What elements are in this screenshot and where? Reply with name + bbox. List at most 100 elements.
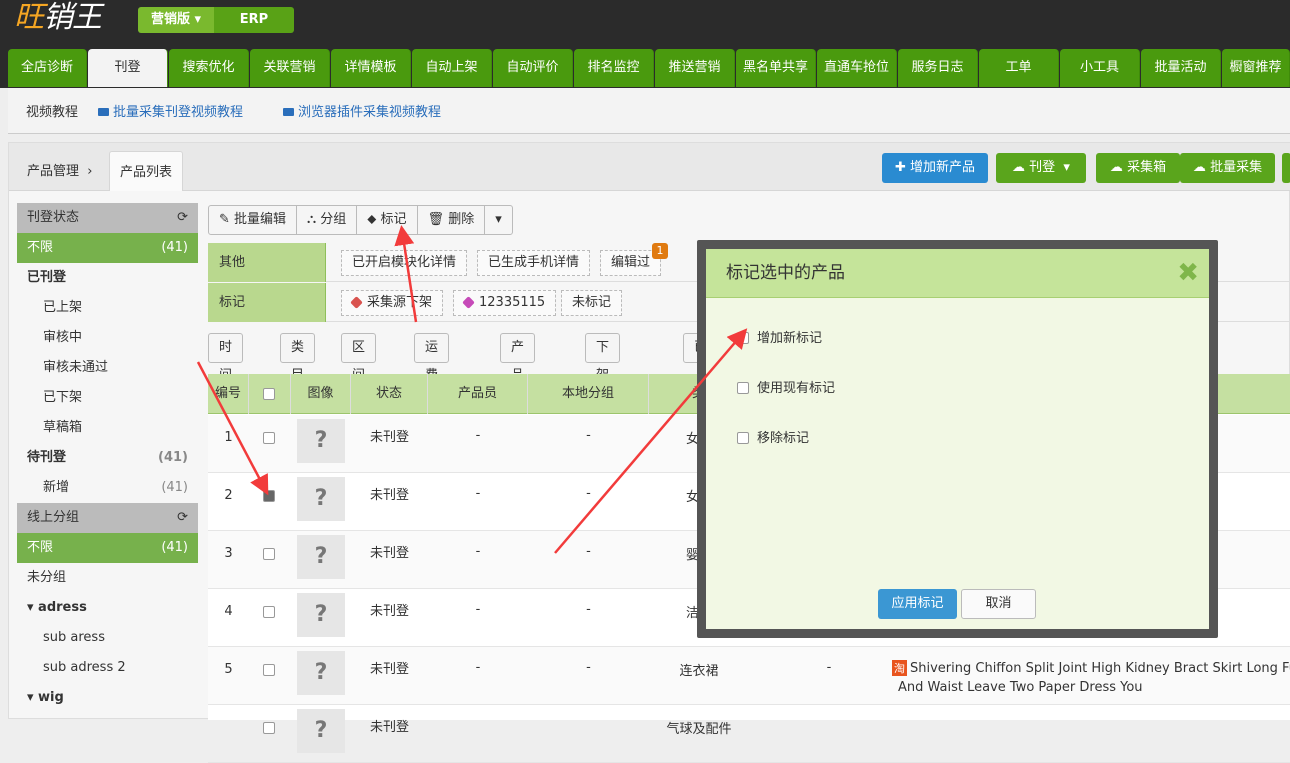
sidebar-item[interactable]: 待刊登 (41) — [17, 443, 198, 473]
nav-tab[interactable]: 批量活动 — [1141, 49, 1221, 87]
nav-tab[interactable]: 刊登 — [88, 49, 168, 87]
nav-tab[interactable]: 服务日志 — [898, 49, 978, 87]
filter-button[interactable]: 区间 ▾ — [341, 333, 377, 411]
count: (41) — [161, 480, 188, 495]
checkbox[interactable] — [737, 432, 749, 444]
nav-tab[interactable]: 自动评价 — [493, 49, 573, 87]
product-image-placeholder[interactable]: ? — [297, 709, 345, 753]
sidebar-item[interactable]: 新增 (41) — [17, 473, 198, 503]
sidebar-item[interactable]: ▾ adress — [17, 593, 198, 623]
nav-tab[interactable]: 工单 — [979, 49, 1059, 87]
publish-button[interactable]: ☁ 刊登 ▾ — [996, 153, 1086, 183]
group-cell: - — [586, 544, 591, 559]
row-checkbox[interactable] — [263, 722, 275, 734]
sidebar-item[interactable]: 草稿箱 — [17, 413, 198, 443]
sidebar-item[interactable]: 不限 (41) — [17, 533, 198, 563]
row-number: 4 — [224, 604, 233, 619]
edition-switch[interactable]: 营销版 ▾ ERP — [138, 7, 294, 33]
option-add-new-tag[interactable]: 增加新标记 — [737, 327, 822, 346]
refresh-icon[interactable]: ⟳ — [177, 203, 188, 233]
sidebar-item[interactable]: 未分组 — [17, 563, 198, 593]
checkbox[interactable] — [737, 332, 749, 344]
table-row[interactable]: 5? 未刊登 - - 连衣裙 - 淘 Shivering Chiffon Split Join… — [208, 647, 1290, 705]
cancel-button[interactable]: 取消 — [961, 589, 1036, 619]
sidebar-item[interactable]: 审核中 — [17, 323, 198, 353]
tag-button[interactable]: ⬥ 标记 — [357, 206, 418, 234]
sidebar-item[interactable]: 已下架 — [17, 383, 198, 413]
product-title[interactable]: 淘 Shivering Chiffon Split Joint High Kidn… — [892, 660, 1290, 676]
nav-tab[interactable]: 排名监控 — [574, 49, 654, 87]
row-checkbox[interactable] — [263, 664, 275, 676]
nav-tab[interactable]: 小工具 — [1060, 49, 1140, 87]
sidebar-item[interactable]: 已刊登 — [17, 263, 198, 293]
sidebar-item[interactable]: 不限 (41) — [17, 233, 198, 263]
add-product-button[interactable]: ✚ 增加新产品 — [882, 153, 988, 183]
row-checkbox[interactable] — [263, 490, 275, 502]
chip-source-removed[interactable]: 采集源下架 — [341, 290, 444, 316]
chip-mobile-detail[interactable]: 已生成手机详情 — [477, 250, 591, 276]
close-icon[interactable]: ✖ — [1177, 258, 1199, 288]
edition-marketing[interactable]: 营销版 ▾ — [138, 7, 214, 33]
sidebar-item[interactable]: 已上架 — [17, 293, 198, 323]
nav-tab[interactable]: 详情模板 — [331, 49, 411, 87]
delete-button[interactable]: 🗑 删除 — [418, 206, 486, 234]
breadcrumb-current[interactable]: 产品列表 — [109, 151, 183, 191]
collect-box-button[interactable]: ☁ 采集箱 — [1096, 153, 1180, 183]
apply-tag-button[interactable]: 应用标记 — [878, 589, 957, 619]
row-checkbox[interactable] — [263, 606, 275, 618]
edition-erp[interactable]: ERP — [214, 7, 294, 33]
refresh-icon[interactable]: ⟳ — [177, 503, 188, 533]
product-image-placeholder[interactable]: ? — [297, 593, 345, 637]
toolbar-more-dropdown[interactable]: ▾ — [485, 206, 512, 234]
more-button[interactable] — [1282, 153, 1290, 183]
filter-button[interactable]: 运费方式 — [414, 333, 450, 439]
chip-untagged[interactable]: 未标记 — [561, 290, 623, 316]
staff-cell: - — [475, 544, 481, 559]
group-list: 不限 (41) 未分组 ▾ adress sub aress sub adress 2 ▾ … — [17, 533, 198, 713]
chip-edited[interactable]: 编辑过 1 — [600, 243, 669, 276]
sidebar-item[interactable]: sub adress 2 — [17, 653, 198, 683]
option-remove-tag[interactable]: 移除标记 — [737, 427, 809, 446]
nav-tab[interactable]: 直通车抢位 — [817, 49, 897, 87]
column-header: 状态 — [351, 374, 428, 414]
select-all-checkbox[interactable] — [263, 388, 275, 400]
breadcrumb-parent[interactable]: 产品管理 › — [27, 160, 92, 179]
batch-edit-button[interactable]: ✎ 批量编辑 — [209, 206, 298, 234]
nav-tab[interactable]: 全店诊断 — [8, 49, 87, 87]
row-number: 3 — [224, 546, 233, 561]
group-button[interactable]: ⛬ 分组 — [297, 206, 358, 234]
filter-button[interactable]: 类目 — [280, 333, 316, 383]
product-image-placeholder[interactable]: ? — [297, 535, 345, 579]
filter-button[interactable]: 时间 ▾ — [208, 333, 244, 411]
nav-tab[interactable]: 黑名单共享 — [736, 49, 816, 87]
sidebar-item[interactable]: sub aress — [17, 623, 198, 653]
column-header: 图像 — [291, 374, 351, 414]
option-use-existing-tag[interactable]: 使用现有标记 — [737, 377, 835, 396]
sidebar-item[interactable]: 审核未通过 — [17, 353, 198, 383]
checkbox[interactable] — [737, 382, 749, 394]
nav-tab[interactable]: 搜索优化 — [169, 49, 249, 87]
sub-nav: 视频教程 批量采集刊登视频教程 浏览器插件采集视频教程 — [8, 88, 1290, 134]
sidebar-item[interactable]: ▾ wig — [17, 683, 198, 713]
chip-modular-detail[interactable]: 已开启模块化详情 — [341, 250, 468, 276]
column-header: 本地分组 — [528, 374, 649, 414]
chip-tag-12335115[interactable]: 12335115 — [453, 290, 557, 316]
nav-tab[interactable]: 推送营销 — [655, 49, 735, 87]
browser-plugin-video-link[interactable]: 浏览器插件采集视频教程 — [283, 101, 461, 120]
filter-button[interactable]: 下架原因 ▾ — [585, 333, 621, 467]
nav-tab[interactable]: 关联营销 — [250, 49, 330, 87]
status-filter-header: 刊登状态 ⟳ — [17, 203, 198, 233]
column-header — [249, 374, 291, 414]
nav-tab[interactable]: 自动上架 — [412, 49, 492, 87]
nav-tab[interactable]: 橱窗推荐 — [1222, 49, 1290, 87]
batch-collect-button[interactable]: ☁ 批量采集 — [1180, 153, 1275, 183]
filter-button[interactable]: 产品员 ▾ — [500, 333, 536, 439]
batch-collect-video-link[interactable]: 批量采集刊登视频教程 — [98, 101, 263, 120]
product-image-placeholder[interactable]: ? — [297, 477, 345, 521]
row-number: 5 — [224, 662, 233, 677]
row-checkbox[interactable] — [263, 548, 275, 560]
product-image-placeholder[interactable]: ? — [297, 419, 345, 463]
product-image-placeholder[interactable]: ? — [297, 651, 345, 695]
row-checkbox[interactable] — [263, 432, 275, 444]
table-row[interactable]: ? 未刊登 气球及配件 — [208, 705, 1290, 763]
